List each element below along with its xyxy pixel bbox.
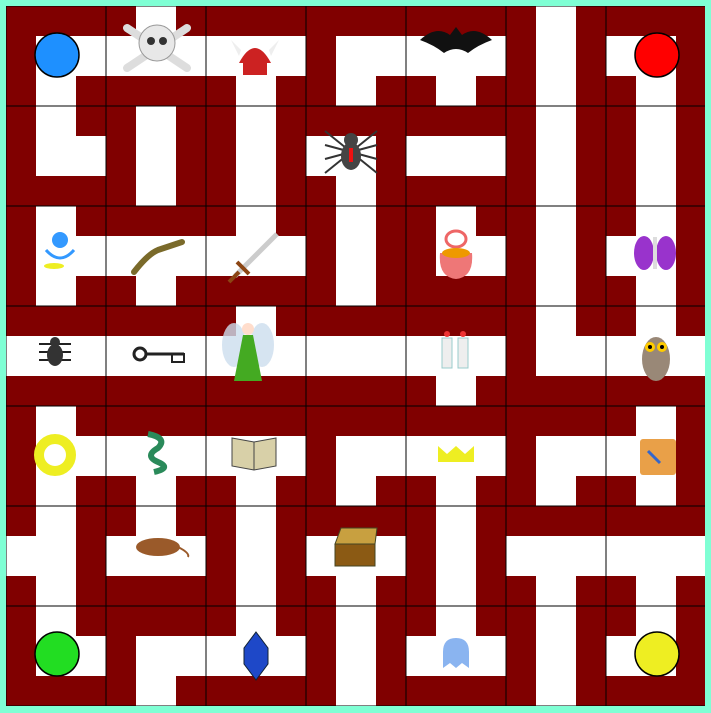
board-tile[interactable] (505, 605, 607, 706)
board-tile[interactable] (605, 105, 706, 207)
board-tile[interactable] (205, 105, 307, 207)
board-tile[interactable] (405, 505, 507, 607)
board-tile[interactable] (105, 405, 207, 507)
owl-icon (642, 337, 670, 381)
board-tile[interactable] (505, 505, 607, 607)
board-tile[interactable] (605, 505, 706, 607)
board-tile[interactable] (105, 305, 207, 407)
board-tile[interactable] (305, 605, 407, 706)
board-tile[interactable] (505, 105, 607, 207)
player-yellow-piece[interactable] (634, 631, 680, 677)
board-tile[interactable] (6, 505, 107, 607)
moth-icon (634, 236, 676, 270)
player-blue-piece[interactable] (34, 32, 80, 78)
board-tile[interactable] (505, 305, 607, 407)
board-tile[interactable] (105, 205, 207, 307)
board-tile[interactable] (305, 305, 407, 407)
board-tile[interactable] (405, 6, 507, 107)
player-red-piece[interactable] (634, 32, 680, 78)
board-tile[interactable] (105, 605, 207, 706)
board-tile[interactable] (505, 6, 607, 107)
board-tile[interactable] (505, 405, 607, 507)
chest-icon (334, 527, 378, 567)
labyrinth-board (0, 0, 711, 713)
board-tile[interactable] (6, 405, 107, 507)
player-green-piece[interactable] (34, 631, 80, 677)
board-tile[interactable] (205, 505, 307, 607)
board-tile[interactable] (6, 105, 107, 207)
board-tile[interactable] (505, 205, 607, 307)
map-icon (640, 439, 676, 475)
board-tile[interactable] (305, 405, 407, 507)
board-tile[interactable] (305, 205, 407, 307)
board-tile[interactable] (305, 6, 407, 107)
board-tile[interactable] (105, 105, 207, 207)
book-icon (231, 437, 277, 471)
board-tile[interactable] (405, 105, 507, 207)
board-tile[interactable] (105, 505, 207, 607)
ghost-icon (443, 638, 469, 668)
board-tile[interactable] (405, 305, 507, 407)
